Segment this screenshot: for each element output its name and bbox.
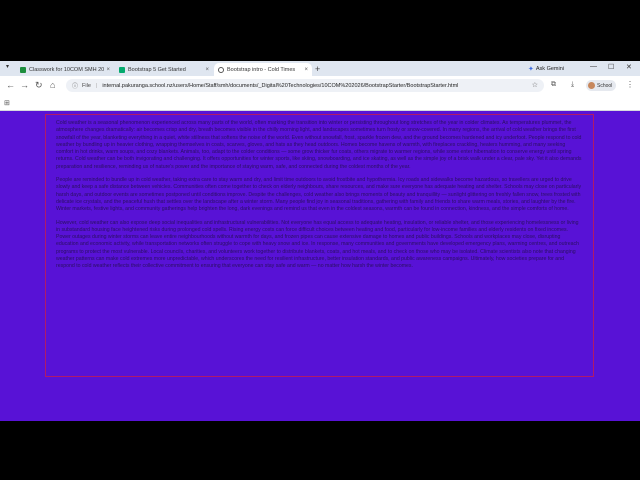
url-text: internal.pakuranga.school.nz/users/Home/… [102, 82, 459, 89]
page-viewport[interactable]: Cold weather is a seasonal phenomenon ex… [0, 111, 640, 421]
avatar [588, 82, 595, 89]
back-icon[interactable]: ← [6, 80, 15, 90]
close-window-icon[interactable]: ✕ [626, 63, 632, 71]
address-bar[interactable]: ⓘ File | internal.pakuranga.school.nz/us… [66, 79, 544, 92]
close-tab-icon[interactable]: × [205, 67, 209, 73]
bookmark-star-icon[interactable]: ☆ [532, 81, 538, 89]
minimize-icon[interactable]: — [590, 63, 597, 70]
google-classroom-icon [20, 66, 26, 73]
close-tab-icon[interactable]: × [106, 67, 110, 73]
reload-icon[interactable]: ↻ [35, 80, 43, 91]
more-menu-icon[interactable]: ⋮ [626, 80, 634, 89]
gemini-sparkle-icon: ✦ [528, 66, 534, 73]
globe-icon [218, 66, 224, 73]
maximize-icon[interactable]: ☐ [608, 63, 614, 71]
file-scheme-label: File [82, 82, 91, 89]
forward-icon[interactable]: → [20, 80, 29, 90]
tab-search-icon[interactable]: ▾ [6, 63, 9, 70]
tab-strip: ▾ Classwork for 10COM SMH 20... × Bootst… [0, 61, 640, 76]
bookmarks-bar: ⊞ [0, 96, 640, 111]
content-container: Cold weather is a seasonal phenomenon ex… [45, 114, 594, 377]
paragraph: However, cold weather can also expose de… [56, 219, 579, 270]
extensions-icon[interactable]: ⧉ [551, 81, 556, 89]
apps-grid-icon[interactable]: ⊞ [4, 99, 10, 107]
w3schools-icon [119, 66, 125, 73]
site-info-icon[interactable]: ⓘ [72, 81, 78, 90]
paragraph: People are reminded to bundle up in cold… [56, 177, 582, 213]
ask-gemini-button[interactable]: ✦ Ask Gemini [528, 64, 564, 74]
paragraph: Cold weather is a seasonal phenomenon ex… [56, 120, 582, 170]
tab-classwork[interactable]: Classwork for 10COM SMH 20... × [16, 63, 114, 76]
address-separator: | [95, 82, 98, 89]
toolbar: ← → ↻ ⌂ ⓘ File | internal.pakuranga.scho… [0, 76, 640, 96]
home-icon[interactable]: ⌂ [50, 80, 55, 90]
tab-bootstrap-intro[interactable]: Bootstrap intro - Cold Times × [214, 63, 312, 76]
tab-bootstrap-get-started[interactable]: Bootstrap 5 Get Started × [115, 63, 213, 76]
bottom-letterbox [0, 421, 640, 480]
close-tab-icon[interactable]: × [304, 67, 308, 73]
profile-button[interactable]: School [586, 80, 617, 91]
new-tab-icon[interactable]: + [315, 64, 320, 74]
browser-chrome: ▾ Classwork for 10COM SMH 20... × Bootst… [0, 61, 640, 111]
top-letterbox [0, 0, 640, 61]
download-icon[interactable]: ⤓ [571, 81, 574, 89]
